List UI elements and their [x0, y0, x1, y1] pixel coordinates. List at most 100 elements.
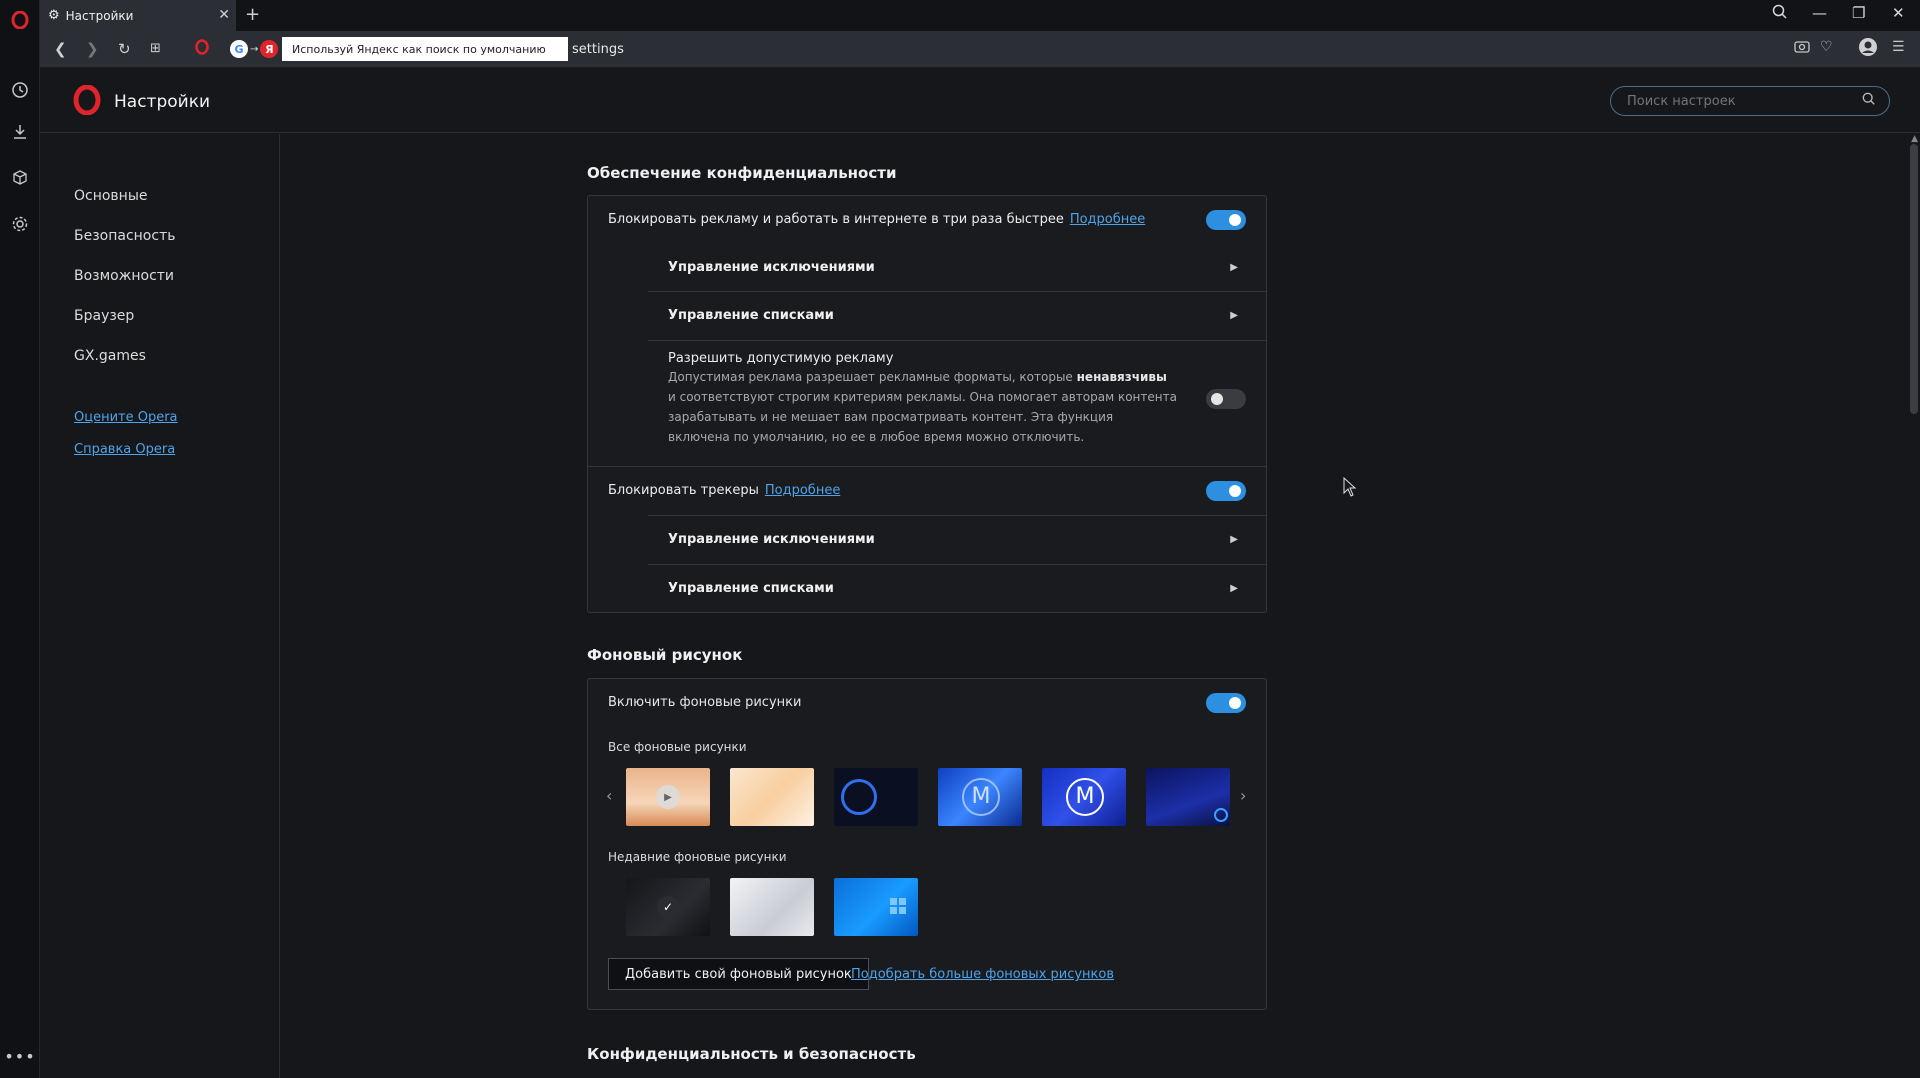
- scroll-thumb[interactable]: [1910, 144, 1918, 414]
- minimize-icon[interactable]: —: [1812, 4, 1827, 22]
- app-rail: •••: [0, 0, 40, 1078]
- privacy-section-title: Обеспечение конфиденциальности: [587, 164, 897, 182]
- wallpaper-thumb[interactable]: M: [1042, 768, 1126, 826]
- opera-logo-icon[interactable]: [8, 8, 32, 32]
- opera-help-link[interactable]: Справка Opera: [74, 442, 175, 457]
- easy-setup-icon[interactable]: ☰: [1892, 39, 1905, 55]
- manage-exceptions-label: Управление исключениями: [668, 260, 875, 275]
- tabs-grid-icon[interactable]: ⊞: [150, 41, 161, 56]
- chevron-left-icon[interactable]: ‹: [606, 786, 612, 805]
- desc-part: и соответствуют строгим критериям реклам…: [668, 390, 1177, 444]
- chevron-right-icon[interactable]: ›: [1240, 786, 1246, 805]
- sidebar-item-gxgames[interactable]: GX.games: [74, 348, 146, 364]
- trackers-exceptions-row[interactable]: Управление исключениями ▶: [588, 516, 1266, 565]
- wallpaper-thumb[interactable]: [730, 768, 814, 826]
- wallpaper-thumb[interactable]: [1146, 768, 1230, 826]
- search-icon[interactable]: [1862, 92, 1876, 110]
- adblock-row: Блокировать рекламу и работать в интерне…: [588, 196, 1266, 244]
- recent-wallpapers-label: Недавние фоновые рисунки: [608, 850, 787, 864]
- more-dots-icon[interactable]: •••: [4, 1044, 34, 1068]
- adblock-toggle[interactable]: [1206, 210, 1246, 230]
- sidebar-item-security[interactable]: Безопасность: [74, 228, 175, 244]
- wallpaper-thumb[interactable]: [834, 878, 918, 936]
- wallpaper-thumb[interactable]: ▶: [626, 768, 710, 826]
- more-wallpapers-link[interactable]: Подобрать больше фоновых рисунков: [851, 967, 1114, 982]
- wallpaper-thumb[interactable]: [834, 768, 918, 826]
- trackers-lists-row[interactable]: Управление списками ▶: [588, 565, 1266, 613]
- wallpaper-thumb-selected[interactable]: ✓: [626, 878, 710, 936]
- acceptable-ads-title: Разрешить допустимую рекламу: [668, 351, 894, 366]
- adblock-text: Блокировать рекламу и работать в интерне…: [608, 212, 1064, 227]
- gear-icon: ⚙: [48, 8, 60, 23]
- sidebar-item-browser[interactable]: Браузер: [74, 308, 134, 324]
- google-icon: G: [230, 40, 248, 58]
- forward-icon[interactable]: ❯: [86, 40, 99, 58]
- adblock-label: Блокировать рекламу и работать в интерне…: [608, 212, 1145, 227]
- wallpaper-thumb[interactable]: M: [938, 768, 1022, 826]
- rate-opera-link[interactable]: Оцените Opera: [74, 410, 178, 425]
- close-tab-icon[interactable]: ✕: [218, 7, 230, 23]
- scroll-up-icon[interactable]: ▲: [1911, 134, 1918, 144]
- trackers-toggle[interactable]: [1206, 481, 1246, 501]
- desc-part: Допустимая реклама разрешает рекламные ф…: [668, 370, 1077, 384]
- tab-settings[interactable]: ⚙ Настройки ✕: [40, 0, 236, 31]
- reload-icon[interactable]: ↻: [118, 40, 131, 58]
- settings-sidebar: Основные Безопасность Возможности Браузе…: [40, 134, 280, 1078]
- desc-bold: ненавязчивы: [1076, 370, 1167, 384]
- tab-title: Настройки: [65, 8, 134, 23]
- opera-badge-icon: [194, 39, 210, 59]
- search-tabs-icon[interactable]: [1772, 4, 1788, 24]
- restore-icon[interactable]: ❐: [1852, 4, 1865, 22]
- settings-gear-icon[interactable]: [8, 212, 32, 236]
- add-wallpaper-button[interactable]: Добавить свой фоновый рисунок: [608, 958, 869, 990]
- close-window-icon[interactable]: ✕: [1892, 4, 1905, 22]
- sidebar-item-features[interactable]: Возможности: [74, 268, 174, 284]
- trackers-row: Блокировать трекеры Подробнее: [588, 467, 1266, 516]
- arrow-right-icon: →: [250, 43, 259, 55]
- toggle-knob: [1229, 697, 1241, 709]
- acceptable-ads-toggle[interactable]: [1206, 389, 1246, 409]
- chevron-right-icon: ▶: [1230, 262, 1238, 273]
- settings-search-input[interactable]: [1610, 86, 1890, 116]
- wallpaper-thumb[interactable]: [730, 878, 814, 936]
- gx-logo-graphic: M: [962, 778, 1000, 816]
- play-icon: ▶: [656, 785, 680, 809]
- url-text[interactable]: settings: [572, 42, 624, 57]
- manage-exceptions-label: Управление исключениями: [668, 532, 875, 547]
- history-icon[interactable]: [8, 78, 32, 102]
- orb-graphic: [1214, 808, 1228, 822]
- privacy-card: Блокировать рекламу и работать в интерне…: [587, 195, 1267, 613]
- downloads-icon[interactable]: [8, 120, 32, 144]
- tab-bar: ⚙ Настройки ✕ + — ❐ ✕: [40, 0, 1920, 31]
- yandex-search-hint[interactable]: Используй Яндекс как поиск по умолчанию: [282, 37, 568, 61]
- checkmark-icon: ✓: [657, 896, 679, 918]
- adblock-exceptions-row[interactable]: Управление исключениями ▶: [588, 244, 1266, 292]
- sidebar-item-basic[interactable]: Основные: [74, 188, 148, 204]
- chevron-right-icon: ▶: [1230, 583, 1238, 594]
- all-wallpapers-label: Все фоновые рисунки: [608, 740, 747, 754]
- scrollbar[interactable]: ▲: [1908, 134, 1920, 1078]
- trackers-text: Блокировать трекеры: [608, 483, 759, 498]
- wallpaper-card: Включить фоновые рисунки Все фоновые рис…: [587, 678, 1267, 1010]
- enable-wallpapers-label: Включить фоновые рисунки: [608, 695, 802, 710]
- windows-logo-graphic: [890, 898, 906, 914]
- trackers-label: Блокировать трекеры Подробнее: [608, 483, 840, 498]
- opera-logo-icon: [72, 84, 102, 116]
- page-title: Настройки: [114, 92, 211, 112]
- manage-lists-label: Управление списками: [668, 581, 834, 596]
- extensions-cube-icon[interactable]: [8, 166, 32, 190]
- toggle-knob: [1211, 393, 1223, 405]
- snapshot-camera-icon[interactable]: [1794, 39, 1810, 57]
- acceptable-ads-row: Разрешить допустимую рекламу Допустимая …: [588, 341, 1266, 467]
- ring-graphic: [841, 779, 877, 815]
- enable-wallpapers-toggle[interactable]: [1206, 693, 1246, 713]
- privacy-security-section-title: Конфиденциальность и безопасность: [587, 1045, 916, 1063]
- bookmark-heart-icon[interactable]: ♡: [1820, 39, 1833, 55]
- back-icon[interactable]: ❮: [54, 40, 67, 58]
- new-tab-button[interactable]: +: [245, 4, 260, 25]
- search-engine-switch[interactable]: G → Я: [230, 37, 279, 61]
- trackers-more-link[interactable]: Подробнее: [765, 483, 840, 498]
- adblock-lists-row[interactable]: Управление списками ▶: [588, 292, 1266, 341]
- profile-avatar-icon[interactable]: [1858, 37, 1878, 61]
- adblock-more-link[interactable]: Подробнее: [1070, 212, 1145, 227]
